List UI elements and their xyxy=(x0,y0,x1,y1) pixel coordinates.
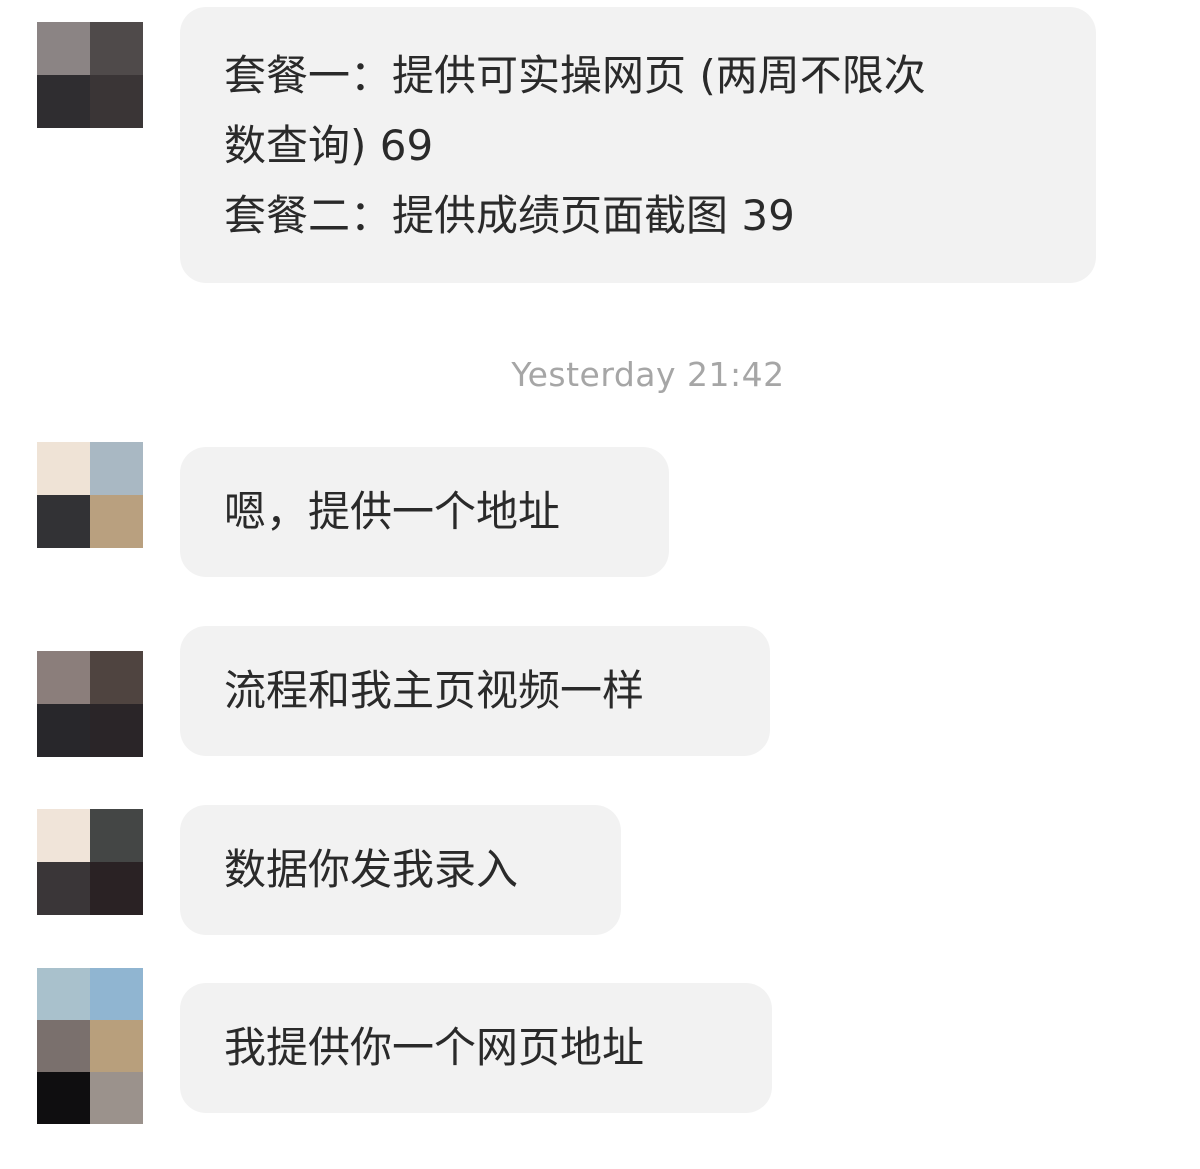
avatar-pixel xyxy=(90,809,143,862)
avatar-pixel xyxy=(37,22,90,75)
timestamp-divider: Yesterday 21:42 xyxy=(511,355,785,394)
avatar-pixel xyxy=(37,442,90,495)
avatar-pixel xyxy=(37,1072,90,1124)
message-text: 我提供你一个网页地址 xyxy=(224,1023,645,1072)
avatar-pixel xyxy=(90,75,143,128)
avatar-pixel xyxy=(90,704,143,757)
avatar-pixel xyxy=(37,75,90,128)
message-bubble[interactable]: 流程和我主页视频一样 xyxy=(180,626,770,756)
avatar-pixel xyxy=(37,968,90,1020)
avatar-pixel xyxy=(37,495,90,548)
message-text: 数据你发我录入 xyxy=(224,845,519,894)
avatar-pixel xyxy=(37,704,90,757)
message-text: 套餐一：提供可实操网页 (两周不限次 xyxy=(224,51,926,100)
avatar-pixel xyxy=(90,442,143,495)
message-text: 套餐二：提供成绩页面截图 39 xyxy=(224,191,795,240)
avatar[interactable] xyxy=(37,22,143,128)
avatar-pixel xyxy=(37,809,90,862)
avatar[interactable] xyxy=(37,651,143,757)
avatar-pixel xyxy=(90,1020,143,1072)
message-text: 数查询) 69 xyxy=(224,121,434,170)
avatar-pixel xyxy=(90,651,143,704)
avatar-pixel xyxy=(90,862,143,915)
avatar-pixel xyxy=(37,651,90,704)
message-text: 嗯，提供一个地址 xyxy=(224,487,561,536)
avatar[interactable] xyxy=(37,968,143,1124)
message-bubble[interactable]: 数据你发我录入 xyxy=(180,805,621,935)
message-text: 流程和我主页视频一样 xyxy=(224,666,645,715)
avatar-pixel xyxy=(37,1020,90,1072)
avatar[interactable] xyxy=(37,809,143,915)
avatar-pixel xyxy=(90,968,143,1020)
message-bubble[interactable]: 嗯，提供一个地址 xyxy=(180,447,669,577)
avatar-pixel xyxy=(37,862,90,915)
avatar-pixel xyxy=(90,1072,143,1124)
avatar-pixel xyxy=(90,22,143,75)
avatar-pixel xyxy=(90,495,143,548)
message-bubble[interactable]: 套餐一：提供可实操网页 (两周不限次 数查询) 69 套餐二：提供成绩页面截图 … xyxy=(180,7,1096,283)
avatar[interactable] xyxy=(37,442,143,548)
message-bubble[interactable]: 我提供你一个网页地址 xyxy=(180,983,772,1113)
